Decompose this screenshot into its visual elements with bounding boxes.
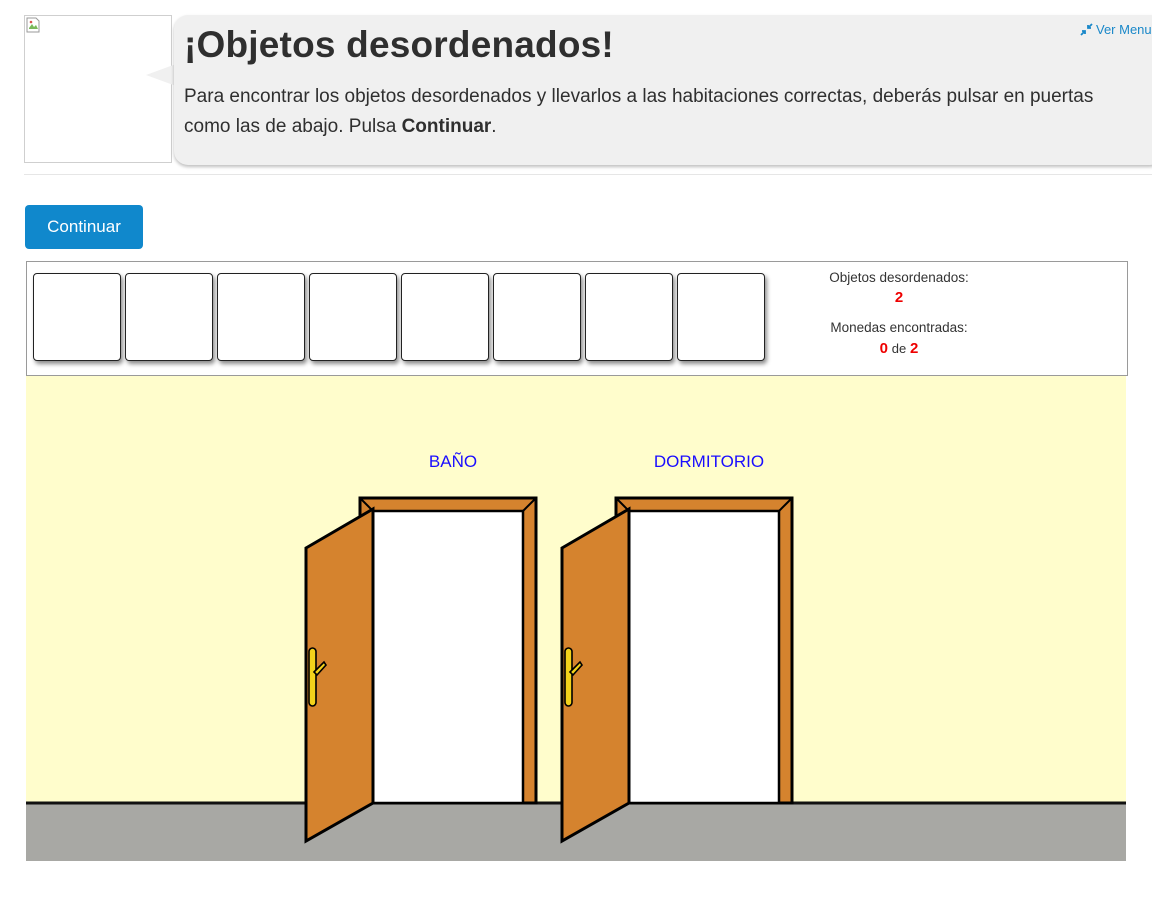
broken-image-icon (26, 17, 40, 33)
room-label-bedroom: DORMITORIO (654, 452, 764, 471)
coins-total-count: 2 (910, 340, 919, 357)
instruction-text: Para encontrar los objetos desordenados … (184, 82, 1134, 142)
instruction-text-part2: . (491, 116, 497, 137)
view-menu-label: Ver Menu (1096, 22, 1152, 37)
inventory-slot-6[interactable] (493, 273, 581, 361)
door-opening (627, 509, 781, 805)
inventory-slot-3[interactable] (217, 273, 305, 361)
inventory-slot-7[interactable] (585, 273, 673, 361)
hallway-scene: BAÑO DORMITORIO (26, 376, 1126, 861)
speech-bubble-tail (146, 64, 176, 86)
instruction-text-part1: Para encontrar los objetos desordenados … (184, 86, 1094, 137)
inventory-slot-2[interactable] (125, 273, 213, 361)
coins-of-separator: de (891, 341, 907, 356)
coins-found-label: Monedas encontradas: (830, 320, 968, 335)
messy-objects-count: 2 (894, 289, 904, 306)
view-menu-link[interactable]: Ver Menu (1080, 22, 1152, 37)
compress-arrows-icon (1080, 23, 1093, 36)
room-label-bathroom: BAÑO (429, 452, 477, 471)
coins-found-count: 0 (879, 340, 888, 357)
inventory-slot-1[interactable] (33, 273, 121, 361)
inventory-slot-8[interactable] (677, 273, 765, 361)
inventory-slot-4[interactable] (309, 273, 397, 361)
inventory-panel: Objetos desordenados: 2 Monedas encontra… (26, 261, 1128, 376)
character-avatar (24, 15, 172, 163)
header-divider (24, 174, 1152, 175)
messy-objects-value: 2 (799, 289, 999, 306)
page-title: ¡Objetos desordenados! (184, 24, 614, 65)
inventory-slot-5[interactable] (401, 273, 489, 361)
continue-button[interactable]: Continuar (25, 205, 143, 249)
coins-found-value: 0 de 2 (799, 340, 999, 357)
door-opening (371, 509, 525, 805)
messy-objects-label: Objetos desordenados: (829, 270, 969, 285)
instruction-text-bold: Continuar (401, 116, 492, 137)
